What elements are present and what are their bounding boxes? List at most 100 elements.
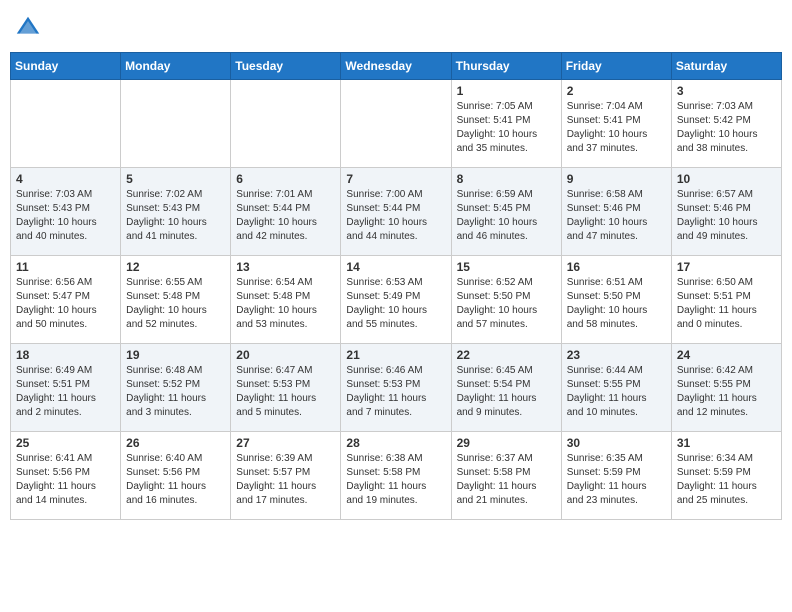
calendar-cell: 8 Sunrise: 6:59 AM Sunset: 5:45 PM Daylig… <box>451 168 561 256</box>
day-detail: Sunrise: 6:37 AM Sunset: 5:58 PM Dayligh… <box>457 452 556 508</box>
day-detail: Sunrise: 6:44 AM Sunset: 5:55 PM Dayligh… <box>567 364 666 420</box>
day-number: 12 <box>126 260 225 274</box>
day-detail: Sunrise: 6:57 AM Sunset: 5:46 PM Dayligh… <box>677 188 776 244</box>
day-detail: Sunrise: 6:40 AM Sunset: 5:56 PM Dayligh… <box>126 452 225 508</box>
weekday-header-tuesday: Tuesday <box>231 53 341 80</box>
calendar-cell: 7 Sunrise: 7:00 AM Sunset: 5:44 PM Daylig… <box>341 168 451 256</box>
day-number: 4 <box>16 172 115 186</box>
day-number: 23 <box>567 348 666 362</box>
weekday-header-row: SundayMondayTuesdayWednesdayThursdayFrid… <box>11 53 782 80</box>
calendar-cell: 17 Sunrise: 6:50 AM Sunset: 5:51 PM Dayli… <box>671 256 781 344</box>
day-detail: Sunrise: 6:48 AM Sunset: 5:52 PM Dayligh… <box>126 364 225 420</box>
weekday-header-wednesday: Wednesday <box>341 53 451 80</box>
header <box>10 10 782 46</box>
calendar-cell: 27 Sunrise: 6:39 AM Sunset: 5:57 PM Dayli… <box>231 432 341 520</box>
calendar-cell: 14 Sunrise: 6:53 AM Sunset: 5:49 PM Dayli… <box>341 256 451 344</box>
weekday-header-thursday: Thursday <box>451 53 561 80</box>
day-number: 29 <box>457 436 556 450</box>
calendar-cell: 2Sunrise: 7:04 AM Sunset: 5:41 PM Daylig… <box>561 80 671 168</box>
calendar-cell: 15 Sunrise: 6:52 AM Sunset: 5:50 PM Dayli… <box>451 256 561 344</box>
day-number: 18 <box>16 348 115 362</box>
day-detail: Sunrise: 6:35 AM Sunset: 5:59 PM Dayligh… <box>567 452 666 508</box>
logo <box>10 10 50 46</box>
day-detail: Sunrise: 6:58 AM Sunset: 5:46 PM Dayligh… <box>567 188 666 244</box>
day-number: 31 <box>677 436 776 450</box>
day-detail: Sunrise: 7:00 AM Sunset: 5:44 PM Dayligh… <box>346 188 445 244</box>
calendar-cell: 12 Sunrise: 6:55 AM Sunset: 5:48 PM Dayli… <box>121 256 231 344</box>
day-number: 19 <box>126 348 225 362</box>
day-detail: Sunrise: 6:34 AM Sunset: 5:59 PM Dayligh… <box>677 452 776 508</box>
day-detail: Sunrise: 6:49 AM Sunset: 5:51 PM Dayligh… <box>16 364 115 420</box>
day-number: 21 <box>346 348 445 362</box>
day-detail: Sunrise: 7:03 AM Sunset: 5:42 PM Dayligh… <box>677 100 776 156</box>
calendar-cell: 13 Sunrise: 6:54 AM Sunset: 5:48 PM Dayli… <box>231 256 341 344</box>
day-number: 7 <box>346 172 445 186</box>
day-detail: Sunrise: 7:05 AM Sunset: 5:41 PM Dayligh… <box>457 100 556 156</box>
day-number: 1 <box>457 84 556 98</box>
day-detail: Sunrise: 6:59 AM Sunset: 5:45 PM Dayligh… <box>457 188 556 244</box>
day-detail: Sunrise: 6:53 AM Sunset: 5:49 PM Dayligh… <box>346 276 445 332</box>
day-number: 9 <box>567 172 666 186</box>
calendar-cell: 29 Sunrise: 6:37 AM Sunset: 5:58 PM Dayli… <box>451 432 561 520</box>
weekday-header-monday: Monday <box>121 53 231 80</box>
day-detail: Sunrise: 6:46 AM Sunset: 5:53 PM Dayligh… <box>346 364 445 420</box>
day-number: 3 <box>677 84 776 98</box>
calendar-cell <box>121 80 231 168</box>
calendar-cell: 20 Sunrise: 6:47 AM Sunset: 5:53 PM Dayli… <box>231 344 341 432</box>
weekday-header-friday: Friday <box>561 53 671 80</box>
calendar-cell: 25 Sunrise: 6:41 AM Sunset: 5:56 PM Dayli… <box>11 432 121 520</box>
calendar-cell: 28Sunrise: 6:38 AM Sunset: 5:58 PM Dayli… <box>341 432 451 520</box>
day-detail: Sunrise: 6:47 AM Sunset: 5:53 PM Dayligh… <box>236 364 335 420</box>
day-number: 5 <box>126 172 225 186</box>
calendar-cell: 9 Sunrise: 6:58 AM Sunset: 5:46 PM Daylig… <box>561 168 671 256</box>
day-number: 20 <box>236 348 335 362</box>
day-detail: Sunrise: 6:50 AM Sunset: 5:51 PM Dayligh… <box>677 276 776 332</box>
calendar-cell <box>11 80 121 168</box>
calendar-cell: 22 Sunrise: 6:45 AM Sunset: 5:54 PM Dayli… <box>451 344 561 432</box>
day-number: 2 <box>567 84 666 98</box>
day-number: 15 <box>457 260 556 274</box>
day-detail: Sunrise: 6:45 AM Sunset: 5:54 PM Dayligh… <box>457 364 556 420</box>
week-row-4: 18 Sunrise: 6:49 AM Sunset: 5:51 PM Dayli… <box>11 344 782 432</box>
calendar-cell <box>231 80 341 168</box>
calendar-cell: 21 Sunrise: 6:46 AM Sunset: 5:53 PM Dayli… <box>341 344 451 432</box>
day-number: 16 <box>567 260 666 274</box>
calendar-cell: 19 Sunrise: 6:48 AM Sunset: 5:52 PM Dayli… <box>121 344 231 432</box>
day-detail: Sunrise: 6:52 AM Sunset: 5:50 PM Dayligh… <box>457 276 556 332</box>
calendar-table: SundayMondayTuesdayWednesdayThursdayFrid… <box>10 52 782 520</box>
day-detail: Sunrise: 6:56 AM Sunset: 5:47 PM Dayligh… <box>16 276 115 332</box>
calendar-cell: 24 Sunrise: 6:42 AM Sunset: 5:55 PM Dayli… <box>671 344 781 432</box>
calendar-cell <box>341 80 451 168</box>
week-row-2: 4 Sunrise: 7:03 AM Sunset: 5:43 PM Daylig… <box>11 168 782 256</box>
day-detail: Sunrise: 6:54 AM Sunset: 5:48 PM Dayligh… <box>236 276 335 332</box>
day-detail: Sunrise: 6:41 AM Sunset: 5:56 PM Dayligh… <box>16 452 115 508</box>
calendar-cell: 1 Sunrise: 7:05 AM Sunset: 5:41 PM Daylig… <box>451 80 561 168</box>
calendar-cell: 26 Sunrise: 6:40 AM Sunset: 5:56 PM Dayli… <box>121 432 231 520</box>
day-detail: Sunrise: 6:42 AM Sunset: 5:55 PM Dayligh… <box>677 364 776 420</box>
day-number: 22 <box>457 348 556 362</box>
weekday-header-saturday: Saturday <box>671 53 781 80</box>
day-detail: Sunrise: 7:02 AM Sunset: 5:43 PM Dayligh… <box>126 188 225 244</box>
day-detail: Sunrise: 7:03 AM Sunset: 5:43 PM Dayligh… <box>16 188 115 244</box>
day-number: 26 <box>126 436 225 450</box>
day-number: 25 <box>16 436 115 450</box>
calendar-cell: 31 Sunrise: 6:34 AM Sunset: 5:59 PM Dayli… <box>671 432 781 520</box>
calendar-cell: 3 Sunrise: 7:03 AM Sunset: 5:42 PM Daylig… <box>671 80 781 168</box>
day-number: 17 <box>677 260 776 274</box>
calendar-cell: 23 Sunrise: 6:44 AM Sunset: 5:55 PM Dayli… <box>561 344 671 432</box>
day-number: 24 <box>677 348 776 362</box>
day-number: 30 <box>567 436 666 450</box>
calendar-cell: 4 Sunrise: 7:03 AM Sunset: 5:43 PM Daylig… <box>11 168 121 256</box>
week-row-3: 11Sunrise: 6:56 AM Sunset: 5:47 PM Dayli… <box>11 256 782 344</box>
week-row-5: 25 Sunrise: 6:41 AM Sunset: 5:56 PM Dayli… <box>11 432 782 520</box>
day-detail: Sunrise: 6:39 AM Sunset: 5:57 PM Dayligh… <box>236 452 335 508</box>
weekday-header-sunday: Sunday <box>11 53 121 80</box>
day-number: 8 <box>457 172 556 186</box>
day-detail: Sunrise: 6:55 AM Sunset: 5:48 PM Dayligh… <box>126 276 225 332</box>
week-row-1: 1 Sunrise: 7:05 AM Sunset: 5:41 PM Daylig… <box>11 80 782 168</box>
day-number: 14 <box>346 260 445 274</box>
calendar-cell: 10Sunrise: 6:57 AM Sunset: 5:46 PM Dayli… <box>671 168 781 256</box>
day-detail: Sunrise: 6:38 AM Sunset: 5:58 PM Dayligh… <box>346 452 445 508</box>
day-number: 13 <box>236 260 335 274</box>
day-number: 27 <box>236 436 335 450</box>
